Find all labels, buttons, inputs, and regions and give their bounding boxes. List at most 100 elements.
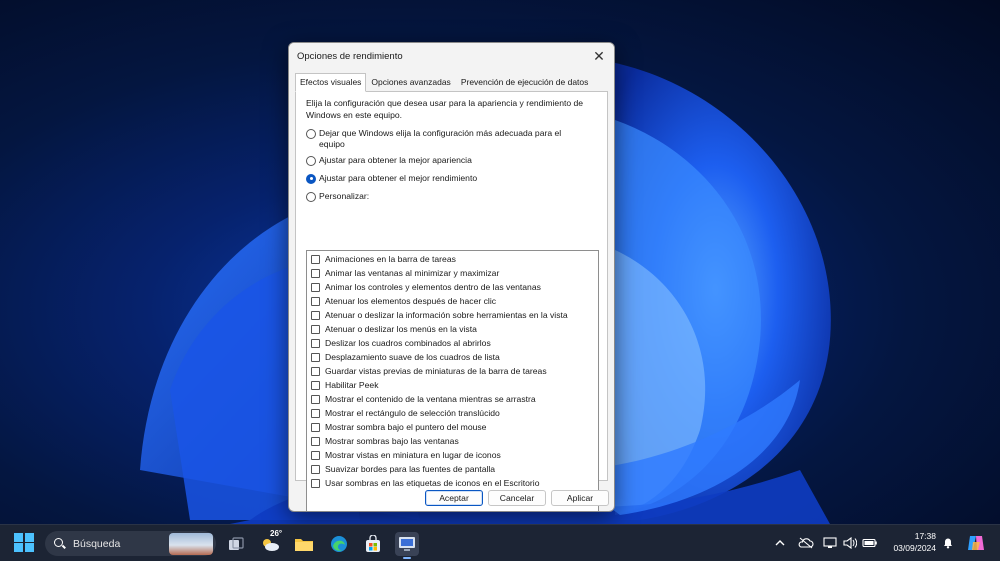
visual-effects-listbox[interactable]: Animaciones en la barra de tareas Animar…: [306, 250, 599, 511]
list-item[interactable]: Mostrar sombra bajo el puntero del mouse: [311, 421, 486, 433]
list-item[interactable]: Mostrar vistas en miniatura en lugar de …: [311, 449, 501, 461]
list-item[interactable]: Guardar vistas previas de miniaturas de …: [311, 365, 547, 377]
checkbox[interactable]: [311, 310, 320, 320]
taskbar-clock[interactable]: 17:38 03/09/2024: [888, 530, 936, 554]
radio-button[interactable]: [306, 191, 316, 202]
battery-icon[interactable]: [862, 533, 878, 553]
cancel-button[interactable]: Cancelar: [488, 490, 546, 506]
list-item[interactable]: Mostrar sombras bajo las ventanas: [311, 435, 459, 447]
checkbox[interactable]: [311, 394, 320, 404]
list-item[interactable]: Suavizar bordes para las fuentes de pant…: [311, 463, 495, 475]
radio-best-performance[interactable]: Ajustar para obtener el mejor rendimient…: [306, 173, 477, 184]
checkbox[interactable]: [311, 478, 320, 488]
close-icon[interactable]: ✕: [584, 44, 614, 68]
radio-label: Personalizar:: [319, 191, 370, 201]
checkbox[interactable]: [311, 380, 320, 390]
option-label: Suavizar bordes para las fuentes de pant…: [325, 464, 496, 474]
checkbox[interactable]: [311, 254, 320, 264]
performance-options-app-icon[interactable]: [395, 532, 419, 559]
option-label: Atenuar o deslizar los menús en la vista: [325, 324, 477, 334]
panel-description: Elija la configuración que desea usar pa…: [306, 98, 584, 120]
list-item[interactable]: Atenuar o deslizar los menús en la vista: [311, 323, 477, 335]
clock-time: 17:38: [914, 531, 936, 541]
option-label: Guardar vistas previas de miniaturas de …: [325, 366, 547, 376]
option-label: Animar las ventanas al minimizar y maxim…: [325, 268, 500, 278]
list-item[interactable]: Habilitar Peek: [311, 379, 379, 391]
option-label: Mostrar sombras bajo las ventanas: [325, 436, 459, 446]
checkbox[interactable]: [311, 352, 320, 362]
microsoft-store-icon[interactable]: [361, 532, 385, 556]
network-icon[interactable]: [822, 533, 838, 553]
file-explorer-icon[interactable]: [292, 532, 316, 556]
checkbox[interactable]: [311, 366, 320, 376]
list-item[interactable]: Animar las ventanas al minimizar y maxim…: [311, 267, 499, 279]
tab-visual-effects[interactable]: Efectos visuales: [295, 73, 367, 92]
list-item[interactable]: Mostrar el contenido de la ventana mient…: [311, 393, 536, 405]
checkbox[interactable]: [311, 450, 320, 460]
search-label: Búsqueda: [73, 537, 121, 550]
checkbox[interactable]: [311, 422, 320, 432]
checkbox[interactable]: [311, 338, 320, 348]
checkbox[interactable]: [311, 464, 320, 474]
option-label: Desplazamiento suave de los cuadros de l…: [325, 352, 500, 362]
list-item[interactable]: Usar sombras en las etiquetas de iconos …: [311, 477, 539, 489]
radio-label-line1: Dejar que Windows elija la configuración…: [319, 128, 562, 138]
copilot-icon[interactable]: [965, 533, 987, 553]
list-item[interactable]: Mostrar el rectángulo de selección trans…: [311, 407, 500, 419]
ok-button[interactable]: Aceptar: [425, 490, 483, 506]
notification-bell-icon[interactable]: [941, 533, 955, 553]
dialog-title: Opciones de rendimiento: [297, 50, 403, 62]
list-item[interactable]: Atenuar los elementos después de hacer c…: [311, 295, 496, 307]
option-label: Habilitar Peek: [325, 380, 379, 390]
task-view-icon[interactable]: [224, 532, 248, 556]
dialog-titlebar[interactable]: Opciones de rendimiento ✕: [289, 43, 614, 69]
checkbox[interactable]: [311, 408, 320, 418]
radio-custom[interactable]: Personalizar:: [306, 191, 369, 202]
radio-button-checked[interactable]: [306, 173, 316, 184]
list-item[interactable]: Atenuar o deslizar la información sobre …: [311, 309, 568, 321]
cloud-sync-off-icon[interactable]: [797, 533, 815, 553]
taskbar: Búsqueda 26° 17:38 03/09/2024: [0, 524, 1000, 561]
weather-temperature: 26°: [270, 529, 283, 538]
radio-label-line2: equipo: [319, 139, 345, 149]
checkbox[interactable]: [311, 282, 320, 292]
option-label: Mostrar sombra bajo el puntero del mouse: [325, 422, 487, 432]
edge-browser-icon[interactable]: [327, 532, 351, 556]
tab-advanced-options[interactable]: Opciones avanzadas: [366, 73, 455, 91]
radio-label: Dejar que Windows elija la configuración…: [319, 128, 561, 150]
option-label: Usar sombras en las etiquetas de iconos …: [325, 478, 540, 488]
option-label: Animar los controles y elementos dentro …: [325, 282, 541, 292]
volume-icon[interactable]: [842, 533, 858, 553]
option-label: Mostrar el rectángulo de selección trans…: [325, 408, 500, 418]
windows-start-icon[interactable]: [14, 533, 36, 553]
checkbox[interactable]: [311, 268, 320, 278]
checkbox[interactable]: [311, 324, 320, 334]
option-label: Atenuar los elementos después de hacer c…: [325, 296, 497, 306]
radio-button[interactable]: [306, 128, 316, 139]
list-item[interactable]: Desplazamiento suave de los cuadros de l…: [311, 351, 500, 363]
radio-best-appearance[interactable]: Ajustar para obtener la mejor apariencia: [306, 155, 472, 166]
taskbar-search[interactable]: Búsqueda: [45, 531, 216, 556]
radio-label: Ajustar para obtener el mejor rendimient…: [319, 173, 478, 183]
option-label: Mostrar el contenido de la ventana mient…: [325, 394, 536, 404]
list-item[interactable]: Animar los controles y elementos dentro …: [311, 281, 541, 293]
dialog-tabs: Efectos visuales Opciones avanzadas Prev…: [295, 73, 594, 92]
list-item[interactable]: Deslizar los cuadros combinados al abrir…: [311, 337, 491, 349]
option-label: Deslizar los cuadros combinados al abrir…: [325, 338, 491, 348]
checkbox[interactable]: [311, 296, 320, 306]
radio-button[interactable]: [306, 155, 316, 166]
checkbox[interactable]: [311, 436, 320, 446]
option-label: Animaciones en la barra de tareas: [325, 254, 456, 264]
radio-label: Ajustar para obtener la mejor apariencia: [319, 155, 472, 165]
tab-data-execution-prevention[interactable]: Prevención de ejecución de datos: [456, 73, 594, 91]
radio-let-windows-choose[interactable]: Dejar que Windows elija la configuración…: [306, 128, 561, 150]
visual-effects-panel: Elija la configuración que desea usar pa…: [295, 91, 608, 511]
search-highlight-image: [169, 532, 213, 555]
clock-date: 03/09/2024: [893, 543, 936, 553]
apply-button[interactable]: Aplicar: [551, 490, 609, 506]
option-label: Atenuar o deslizar la información sobre …: [325, 310, 568, 320]
option-label: Mostrar vistas en miniatura en lugar de …: [325, 450, 501, 460]
list-item[interactable]: Animaciones en la barra de tareas: [311, 253, 456, 265]
search-icon: [54, 537, 66, 550]
chevron-up-icon[interactable]: [772, 533, 788, 553]
